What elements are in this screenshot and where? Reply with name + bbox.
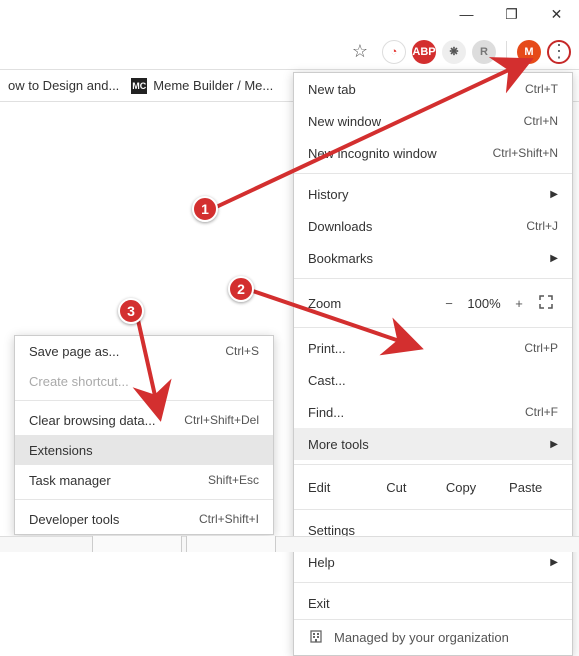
submenu-arrow-icon: ▶ (550, 253, 558, 264)
menu-label: Exit (308, 596, 558, 611)
menu-label: Downloads (308, 219, 526, 234)
menu-shortcut: Ctrl+P (524, 341, 558, 355)
menu-label: Bookmarks (308, 251, 542, 266)
submenu-arrow-icon: ▶ (550, 189, 558, 200)
menu-shortcut: Ctrl+F (525, 405, 558, 419)
submenu-task-manager[interactable]: Task managerShift+Esc (15, 465, 273, 495)
chrome-main-menu: New tabCtrl+T New windowCtrl+N New incog… (293, 72, 573, 656)
menu-separator (15, 499, 273, 500)
submenu-extensions[interactable]: Extensions (15, 435, 273, 465)
submenu-arrow-icon: ▶ (550, 439, 558, 450)
submenu-label: Developer tools (29, 512, 199, 527)
menu-separator (15, 400, 273, 401)
menu-history[interactable]: History ▶ (294, 178, 572, 210)
submenu-shortcut: Ctrl+Shift+Del (184, 413, 259, 427)
building-icon (308, 628, 324, 647)
submenu-create-shortcut[interactable]: Create shortcut... (15, 366, 273, 396)
bookmark-label: ow to Design and... (8, 78, 119, 93)
menu-new-window[interactable]: New windowCtrl+N (294, 105, 572, 137)
edit-paste-button[interactable]: Paste (493, 480, 558, 495)
menu-label: History (308, 187, 542, 202)
window-controls: — ❐ ✕ (444, 0, 579, 28)
toolbar-divider (506, 41, 507, 63)
menu-shortcut: Ctrl+N (524, 114, 558, 128)
menu-shortcut: Ctrl+Shift+N (493, 146, 558, 160)
menu-exit[interactable]: Exit (294, 587, 572, 619)
abp-icon[interactable]: ABP (412, 40, 436, 64)
menu-bookmarks[interactable]: Bookmarks ▶ (294, 242, 572, 274)
edit-cut-button[interactable]: Cut (364, 480, 429, 495)
submenu-label: Task manager (29, 473, 208, 488)
bookmark-star-icon[interactable]: ☆ (352, 41, 368, 62)
menu-downloads[interactable]: DownloadsCtrl+J (294, 210, 572, 242)
submenu-label: Clear browsing data... (29, 413, 184, 428)
footer-bar (0, 536, 579, 552)
submenu-shortcut: Shift+Esc (208, 473, 259, 487)
submenu-shortcut: Ctrl+Shift+I (199, 512, 259, 526)
menu-label: Help (308, 555, 542, 570)
annotation-badge-1: 1 (192, 196, 218, 222)
bookmark-item[interactable]: ow to Design and... (8, 78, 119, 93)
zoom-out-button[interactable]: − (436, 296, 462, 311)
ext3-icon[interactable]: ❋ (442, 40, 466, 64)
menu-find[interactable]: Find...Ctrl+F (294, 396, 572, 428)
maximize-button[interactable]: ❐ (489, 0, 534, 28)
managed-label: Managed by your organization (334, 630, 509, 645)
menu-label: New incognito window (308, 146, 493, 161)
footer-segment (186, 536, 276, 552)
menu-label: New tab (308, 82, 525, 97)
ublock-icon[interactable]: ◔ (382, 40, 406, 64)
submenu-arrow-icon: ▶ (550, 557, 558, 568)
browser-toolbar: ☆ ◔ ABP ❋ R M ⋮ (0, 34, 579, 70)
menu-managed-notice[interactable]: Managed by your organization (294, 619, 572, 655)
menu-label: Find... (308, 405, 525, 420)
menu-label: Cast... (308, 373, 558, 388)
menu-separator (294, 509, 572, 510)
bookmark-favicon: MC (131, 78, 147, 94)
menu-new-incognito[interactable]: New incognito windowCtrl+Shift+N (294, 137, 572, 169)
menu-label: Print... (308, 341, 524, 356)
menu-separator (294, 278, 572, 279)
annotation-badge-2: 2 (228, 276, 254, 302)
edit-copy-button[interactable]: Copy (429, 480, 494, 495)
zoom-percent: 100% (462, 296, 506, 311)
bookmark-item[interactable]: MC Meme Builder / Me... (131, 78, 273, 94)
submenu-dev-tools[interactable]: Developer toolsCtrl+Shift+I (15, 504, 273, 534)
menu-label: Zoom (308, 296, 436, 311)
menu-cast[interactable]: Cast... (294, 364, 572, 396)
submenu-label: Create shortcut... (29, 374, 259, 389)
chrome-menu-button[interactable]: ⋮ (547, 40, 571, 64)
menu-separator (294, 582, 572, 583)
submenu-save-page[interactable]: Save page as...Ctrl+S (15, 336, 273, 366)
menu-label: New window (308, 114, 524, 129)
submenu-label: Save page as... (29, 344, 225, 359)
zoom-in-button[interactable]: + (506, 296, 532, 311)
bookmark-label: Meme Builder / Me... (153, 78, 273, 93)
fullscreen-icon[interactable] (538, 294, 558, 313)
close-window-button[interactable]: ✕ (534, 0, 579, 28)
menu-shortcut: Ctrl+J (526, 219, 558, 233)
menu-more-tools[interactable]: More tools ▶ (294, 428, 572, 460)
menu-separator (294, 464, 572, 465)
ext4-icon[interactable]: R (472, 40, 496, 64)
menu-zoom: Zoom − 100% + (294, 283, 572, 323)
menu-edit-row: Edit Cut Copy Paste (294, 469, 572, 505)
menu-label: Edit (308, 480, 364, 495)
profile-avatar[interactable]: M (517, 40, 541, 64)
annotation-badge-3: 3 (118, 298, 144, 324)
submenu-shortcut: Ctrl+S (225, 344, 259, 358)
footer-segment (92, 536, 182, 552)
submenu-label: Extensions (29, 443, 259, 458)
menu-new-tab[interactable]: New tabCtrl+T (294, 73, 572, 105)
submenu-clear-data[interactable]: Clear browsing data...Ctrl+Shift+Del (15, 405, 273, 435)
menu-print[interactable]: Print...Ctrl+P (294, 332, 572, 364)
menu-shortcut: Ctrl+T (525, 82, 558, 96)
more-tools-submenu: Save page as...Ctrl+S Create shortcut...… (14, 335, 274, 535)
menu-separator (294, 327, 572, 328)
minimize-button[interactable]: — (444, 0, 489, 28)
menu-label: More tools (308, 437, 542, 452)
menu-separator (294, 173, 572, 174)
